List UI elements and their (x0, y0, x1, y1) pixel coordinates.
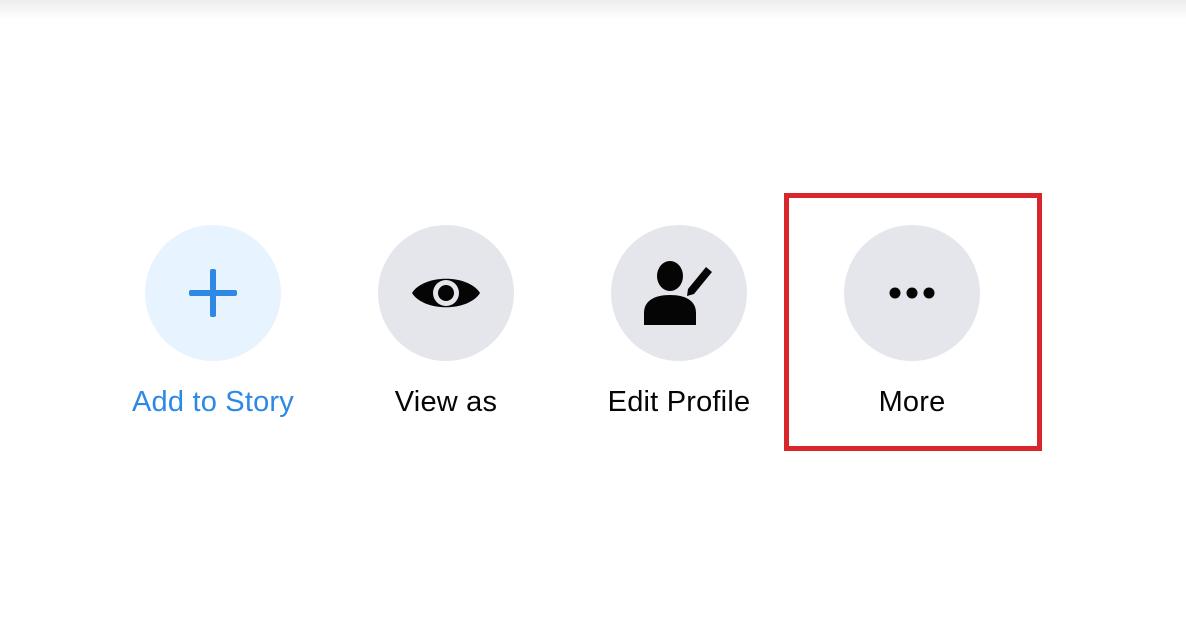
add-to-story-label: Add to Story (132, 386, 294, 418)
top-shade (0, 0, 1186, 20)
more-dots-icon (889, 287, 935, 299)
eye-icon (410, 271, 482, 315)
more-circle[interactable] (844, 225, 980, 361)
edit-profile-label: Edit Profile (607, 386, 751, 418)
plus-icon (187, 267, 239, 319)
edit-profile-button[interactable]: Edit Profile (579, 225, 779, 419)
add-to-story-circle[interactable] (145, 225, 281, 361)
view-as-label: View as (394, 386, 498, 418)
more-button[interactable]: More (812, 225, 1012, 419)
view-as-button[interactable]: View as (346, 225, 546, 419)
more-label: More (878, 386, 946, 418)
view-as-circle[interactable] (378, 225, 514, 361)
edit-profile-circle[interactable] (611, 225, 747, 361)
add-to-story-button[interactable]: Add to Story (113, 225, 313, 419)
edit-profile-icon (642, 259, 716, 327)
